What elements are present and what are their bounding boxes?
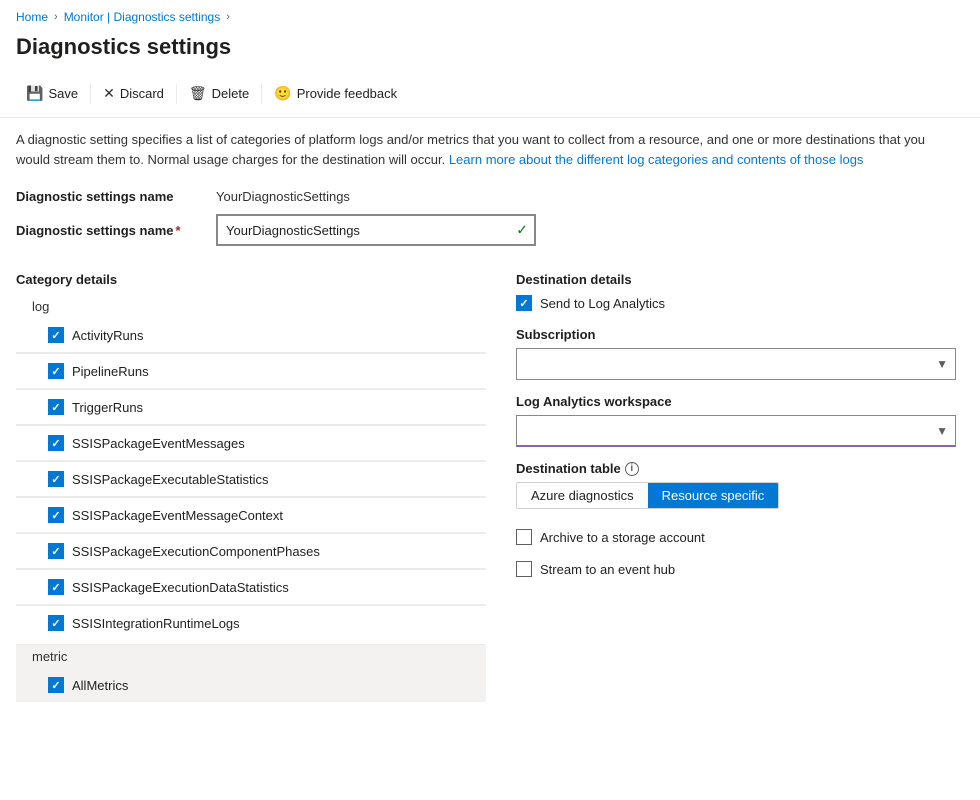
checkbox-activityruns[interactable] (48, 327, 64, 343)
name-static-value: YourDiagnosticSettings (216, 189, 350, 204)
checkbox-triggerruns[interactable] (48, 399, 64, 415)
category-item-triggerruns[interactable]: TriggerRuns (16, 390, 486, 425)
category-item-allmetrics[interactable]: AllMetrics (16, 668, 486, 702)
destination-table-label: Destination table i (516, 461, 964, 476)
checkbox-pipelineruns[interactable] (48, 363, 64, 379)
subscription-label: Subscription (516, 327, 964, 342)
right-panel: Destination details Send to Log Analytic… (506, 272, 964, 706)
send-log-analytics-section: Send to Log Analytics Subscription ▼ Log… (516, 295, 964, 509)
name-input[interactable] (216, 214, 536, 246)
name-static-label: Diagnostic settings name (16, 189, 216, 204)
label-ssis-data-stats: SSISPackageExecutionDataStatistics (72, 580, 289, 595)
label-ssis-event-messages: SSISPackageEventMessages (72, 436, 245, 451)
log-group: log ActivityRuns PipelineRuns TriggerRun… (16, 295, 486, 640)
description-link[interactable]: Learn more about the different log categ… (449, 152, 864, 167)
toolbar: 💾 Save ✕ Discard 🗑 Delete 🙂 Provide feed… (0, 74, 980, 118)
save-icon: 💾 (26, 85, 43, 102)
left-panel: Category details log ActivityRuns Pipeli… (16, 272, 506, 706)
checkbox-allmetrics[interactable] (48, 677, 64, 693)
checkbox-archive[interactable] (516, 529, 532, 545)
checkbox-ssis-event-context[interactable] (48, 507, 64, 523)
destination-table-info-icon[interactable]: i (625, 462, 639, 476)
category-item-ssis-runtime-logs[interactable]: SSISIntegrationRuntimeLogs (16, 606, 486, 640)
name-input-wrapper: ✓ (216, 214, 536, 246)
log-group-label: log (32, 295, 486, 318)
main-content: Category details log ActivityRuns Pipeli… (0, 256, 980, 706)
toolbar-separator-3 (261, 84, 262, 104)
breadcrumb-monitor[interactable]: Monitor | Diagnostics settings (64, 10, 221, 24)
metric-group-label: metric (32, 645, 486, 668)
breadcrumb-home[interactable]: Home (16, 10, 48, 24)
stream-label: Stream to an event hub (540, 562, 675, 577)
discard-icon: ✕ (103, 85, 115, 102)
label-ssis-runtime-logs: SSISIntegrationRuntimeLogs (72, 616, 240, 631)
subscription-dropdown-wrapper: ▼ (516, 348, 956, 380)
checkbox-stream[interactable] (516, 561, 532, 577)
name-input-row: Diagnostic settings name* ✓ (16, 214, 964, 246)
name-required-label: Diagnostic settings name* (16, 223, 216, 238)
label-activityruns: ActivityRuns (72, 328, 144, 343)
subscription-group: Subscription ▼ (516, 327, 964, 380)
checkbox-ssis-event-messages[interactable] (48, 435, 64, 451)
breadcrumb: Home › Monitor | Diagnostics settings › (0, 0, 980, 30)
destination-title: Destination details (516, 272, 964, 287)
category-title: Category details (16, 272, 486, 287)
name-static-row: Diagnostic settings name YourDiagnosticS… (16, 189, 964, 204)
log-analytics-workspace-label: Log Analytics workspace (516, 394, 964, 409)
category-item-ssis-event-context[interactable]: SSISPackageEventMessageContext (16, 498, 486, 533)
category-item-ssis-data-stats[interactable]: SSISPackageExecutionDataStatistics (16, 570, 486, 605)
destination-table-tabs: Azure diagnostics Resource specific (516, 482, 779, 509)
feedback-button[interactable]: 🙂 Provide feedback (264, 80, 407, 107)
category-item-ssis-exec-stats[interactable]: SSISPackageExecutableStatistics (16, 462, 486, 497)
save-button[interactable]: 💾 Save (16, 80, 88, 107)
archive-label: Archive to a storage account (540, 530, 705, 545)
label-pipelineruns: PipelineRuns (72, 364, 149, 379)
label-ssis-exec-stats: SSISPackageExecutableStatistics (72, 472, 269, 487)
discard-button[interactable]: ✕ Discard (93, 80, 174, 107)
log-analytics-workspace-dropdown-wrapper: ▼ (516, 415, 956, 447)
required-mark: * (175, 223, 180, 238)
tab-resource-specific[interactable]: Resource specific (648, 483, 779, 508)
category-item-ssis-event-messages[interactable]: SSISPackageEventMessages (16, 426, 486, 461)
description: A diagnostic setting specifies a list of… (0, 118, 960, 179)
label-allmetrics: AllMetrics (72, 678, 128, 693)
tab-azure-diagnostics[interactable]: Azure diagnostics (517, 483, 648, 508)
category-item-pipelineruns[interactable]: PipelineRuns (16, 354, 486, 389)
feedback-icon: 🙂 (274, 85, 291, 102)
form-section: Diagnostic settings name YourDiagnosticS… (0, 179, 980, 246)
delete-icon: 🗑 (189, 85, 207, 102)
checkbox-ssis-data-stats[interactable] (48, 579, 64, 595)
category-item-ssis-exec-phases[interactable]: SSISPackageExecutionComponentPhases (16, 534, 486, 569)
label-ssis-event-context: SSISPackageEventMessageContext (72, 508, 283, 523)
delete-button[interactable]: 🗑 Delete (179, 80, 259, 107)
archive-row: Archive to a storage account (516, 529, 964, 545)
page-title: Diagnostics settings (0, 30, 980, 74)
checkbox-send-log-analytics[interactable] (516, 295, 532, 311)
send-log-analytics-row: Send to Log Analytics (516, 295, 964, 311)
toolbar-separator-2 (176, 84, 177, 104)
log-analytics-workspace-select[interactable] (516, 415, 956, 447)
checkbox-ssis-runtime-logs[interactable] (48, 615, 64, 631)
send-log-analytics-label: Send to Log Analytics (540, 296, 665, 311)
subscription-select[interactable] (516, 348, 956, 380)
valid-checkmark-icon: ✓ (516, 222, 528, 239)
destination-table-group: Destination table i Azure diagnostics Re… (516, 461, 964, 509)
log-analytics-workspace-group: Log Analytics workspace ▼ (516, 394, 964, 447)
stream-row: Stream to an event hub (516, 561, 964, 577)
checkbox-ssis-exec-stats[interactable] (48, 471, 64, 487)
toolbar-separator (90, 84, 91, 104)
label-triggerruns: TriggerRuns (72, 400, 143, 415)
category-item-activityruns[interactable]: ActivityRuns (16, 318, 486, 353)
checkbox-ssis-exec-phases[interactable] (48, 543, 64, 559)
label-ssis-exec-phases: SSISPackageExecutionComponentPhases (72, 544, 320, 559)
metric-group: metric AllMetrics (16, 644, 486, 702)
